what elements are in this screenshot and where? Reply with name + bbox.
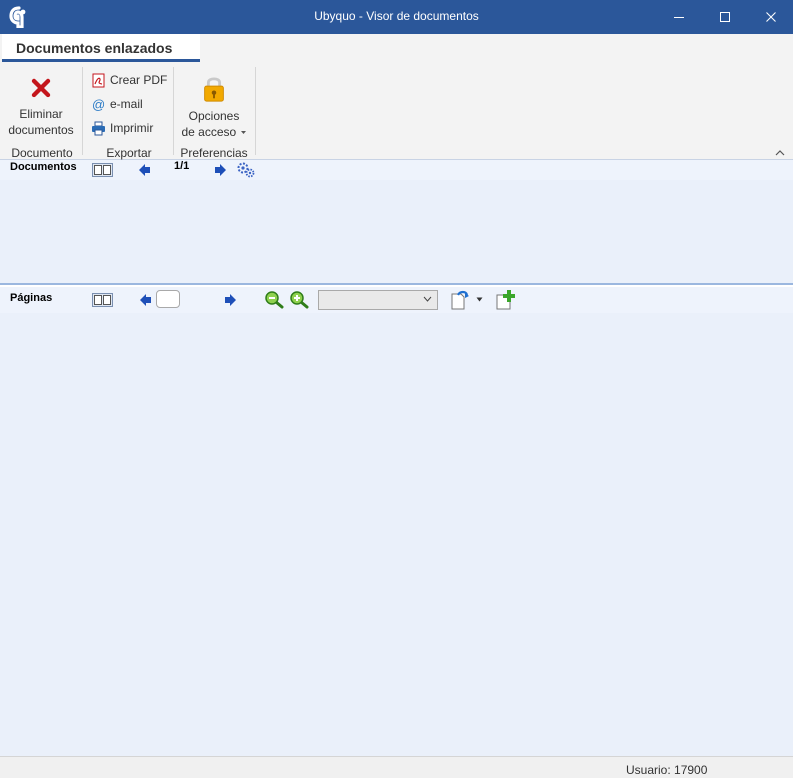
add-page-icon[interactable] xyxy=(495,289,517,310)
user-status: Usuario: 17900 xyxy=(626,763,708,777)
two-page-view-icon[interactable] xyxy=(92,163,113,177)
title-bar: Ubyquo - Visor de documentos xyxy=(0,0,793,34)
pages-label: Páginas xyxy=(10,292,53,304)
two-page-view-icon[interactable] xyxy=(92,293,113,307)
lock-icon xyxy=(204,77,224,102)
email-button[interactable]: @ e-mail xyxy=(91,94,143,114)
maximize-icon xyxy=(720,12,730,22)
tab-documentos-enlazados[interactable]: Documentos enlazados xyxy=(2,34,200,62)
documents-list-area[interactable] xyxy=(0,180,793,285)
collapse-ribbon-icon[interactable] xyxy=(775,148,785,156)
group-separator xyxy=(255,67,256,155)
group-separator xyxy=(173,67,174,155)
access-options-label-2: de acceso xyxy=(178,124,250,140)
dropdown-arrow-icon xyxy=(240,131,246,135)
dropdown-arrow-icon[interactable] xyxy=(476,297,483,302)
maximize-button[interactable] xyxy=(702,0,748,34)
documents-toolbar: Documentos 1/1 xyxy=(0,160,793,180)
minimize-button[interactable] xyxy=(656,0,702,34)
previous-page-icon[interactable] xyxy=(139,293,152,307)
print-label: Imprimir xyxy=(110,121,154,135)
delete-documents-label-1: Eliminar xyxy=(19,107,63,121)
group-label-preferencias: Preferencias xyxy=(180,146,248,160)
zoom-level-select[interactable] xyxy=(318,290,438,310)
document-counter: 1/1 xyxy=(174,160,190,172)
create-pdf-button[interactable]: Crear PDF xyxy=(91,70,167,90)
email-icon: @ xyxy=(92,97,105,112)
page-number-input[interactable] xyxy=(156,290,180,308)
email-label: e-mail xyxy=(110,97,143,111)
group-separator xyxy=(82,67,83,155)
minimize-icon xyxy=(674,17,684,18)
delete-documents-label-2: documentos xyxy=(8,123,74,137)
page-preview-area[interactable] xyxy=(0,313,793,756)
access-options-button[interactable]: Opciones de acceso xyxy=(178,66,250,140)
delete-icon xyxy=(31,78,51,98)
pages-toolbar: Páginas xyxy=(0,287,793,313)
zoom-in-icon[interactable] xyxy=(289,290,309,309)
zoom-out-icon[interactable] xyxy=(264,290,284,309)
next-page-icon[interactable] xyxy=(224,293,237,307)
pdf-icon xyxy=(92,73,105,87)
chevron-down-icon xyxy=(423,296,432,302)
status-bar: Usuario: 17900 xyxy=(0,756,793,778)
close-button[interactable] xyxy=(748,0,793,34)
documents-label: Documentos xyxy=(10,161,77,173)
previous-document-icon[interactable] xyxy=(138,163,151,177)
create-pdf-label: Crear PDF xyxy=(110,73,168,87)
ribbon: Eliminar documentos Documento Crear PDF … xyxy=(0,62,793,160)
print-button[interactable]: Imprimir xyxy=(91,118,153,138)
svg-text:@: @ xyxy=(92,97,105,112)
close-icon xyxy=(766,12,776,22)
ribbon-tab-strip: Documentos enlazados xyxy=(0,34,793,62)
group-label-exportar: Exportar xyxy=(106,146,152,160)
rotate-page-icon[interactable] xyxy=(450,290,472,310)
delete-documents-button[interactable]: Eliminar documentos xyxy=(5,66,77,138)
next-document-icon[interactable] xyxy=(214,163,227,177)
access-options-label-1: Opciones xyxy=(188,109,240,123)
printer-icon xyxy=(92,121,105,135)
settings-gears-icon[interactable] xyxy=(236,161,256,178)
group-label-documento: Documento xyxy=(11,146,73,160)
